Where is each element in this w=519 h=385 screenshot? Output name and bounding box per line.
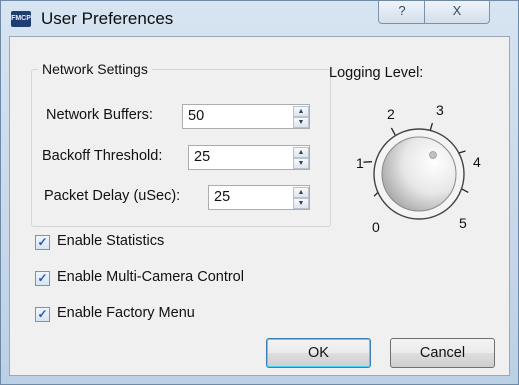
help-button[interactable]: ? [378,1,426,24]
backoff-threshold-spin-buttons: ▲ ▼ [293,147,309,169]
spin-up-icon[interactable]: ▲ [293,187,309,198]
network-settings-title: Network Settings [38,61,152,77]
packet-delay-label: Packet Delay (uSec): [44,188,181,204]
dial-knob[interactable] [381,136,457,212]
enable-multi-camera-label[interactable]: Enable Multi-Camera Control [57,269,244,285]
backoff-threshold-spinbox[interactable]: 25 ▲ ▼ [188,145,310,170]
enable-factory-menu-checkbox[interactable]: ✓ [35,307,50,322]
help-icon: ? [398,3,406,18]
spin-down-icon[interactable]: ▼ [293,117,309,128]
network-buffers-value[interactable]: 50 [188,108,204,124]
dial-level-3: 3 [436,102,444,118]
dial-level-0: 0 [372,219,380,235]
enable-multi-camera-checkbox[interactable]: ✓ [35,271,50,286]
logging-level-dial[interactable]: 0 1 2 3 4 5 [349,92,489,235]
network-buffers-spin-buttons: ▲ ▼ [293,106,309,128]
spin-down-icon[interactable]: ▼ [293,198,309,209]
spin-up-icon[interactable]: ▲ [293,147,309,158]
dial-graphic[interactable] [349,92,489,228]
network-buffers-spinbox[interactable]: 50 ▲ ▼ [182,104,310,129]
enable-statistics-label[interactable]: Enable Statistics [57,233,164,249]
enable-statistics-checkbox[interactable]: ✓ [35,235,50,250]
dialog-body: Network Settings Network Buffers: 50 ▲ ▼… [9,36,510,376]
dial-level-1: 1 [356,155,364,171]
cancel-button[interactable]: Cancel [390,338,495,368]
title-bar[interactable]: FMCP User Preferences ? X [1,1,518,35]
backoff-threshold-label: Backoff Threshold: [42,148,163,164]
ok-button[interactable]: OK [266,338,371,368]
packet-delay-spinbox[interactable]: 25 ▲ ▼ [208,185,310,210]
enable-factory-menu-label[interactable]: Enable Factory Menu [57,305,195,321]
close-icon: X [452,3,462,18]
window-title: User Preferences [41,9,174,28]
app-icon: FMCP [11,11,31,27]
dial-level-5: 5 [459,215,467,231]
spin-up-icon[interactable]: ▲ [293,106,309,117]
packet-delay-spin-buttons: ▲ ▼ [293,187,309,209]
dial-indicator [429,151,437,159]
logging-level-label: Logging Level: [329,65,424,81]
dial-level-4: 4 [473,154,481,170]
close-button[interactable]: X [424,1,490,24]
packet-delay-value[interactable]: 25 [214,189,230,205]
spin-down-icon[interactable]: ▼ [293,158,309,169]
network-buffers-label: Network Buffers: [46,107,153,123]
backoff-threshold-value[interactable]: 25 [194,149,210,165]
user-preferences-window: FMCP User Preferences ? X Network Settin… [0,0,519,385]
dial-level-2: 2 [387,106,395,122]
